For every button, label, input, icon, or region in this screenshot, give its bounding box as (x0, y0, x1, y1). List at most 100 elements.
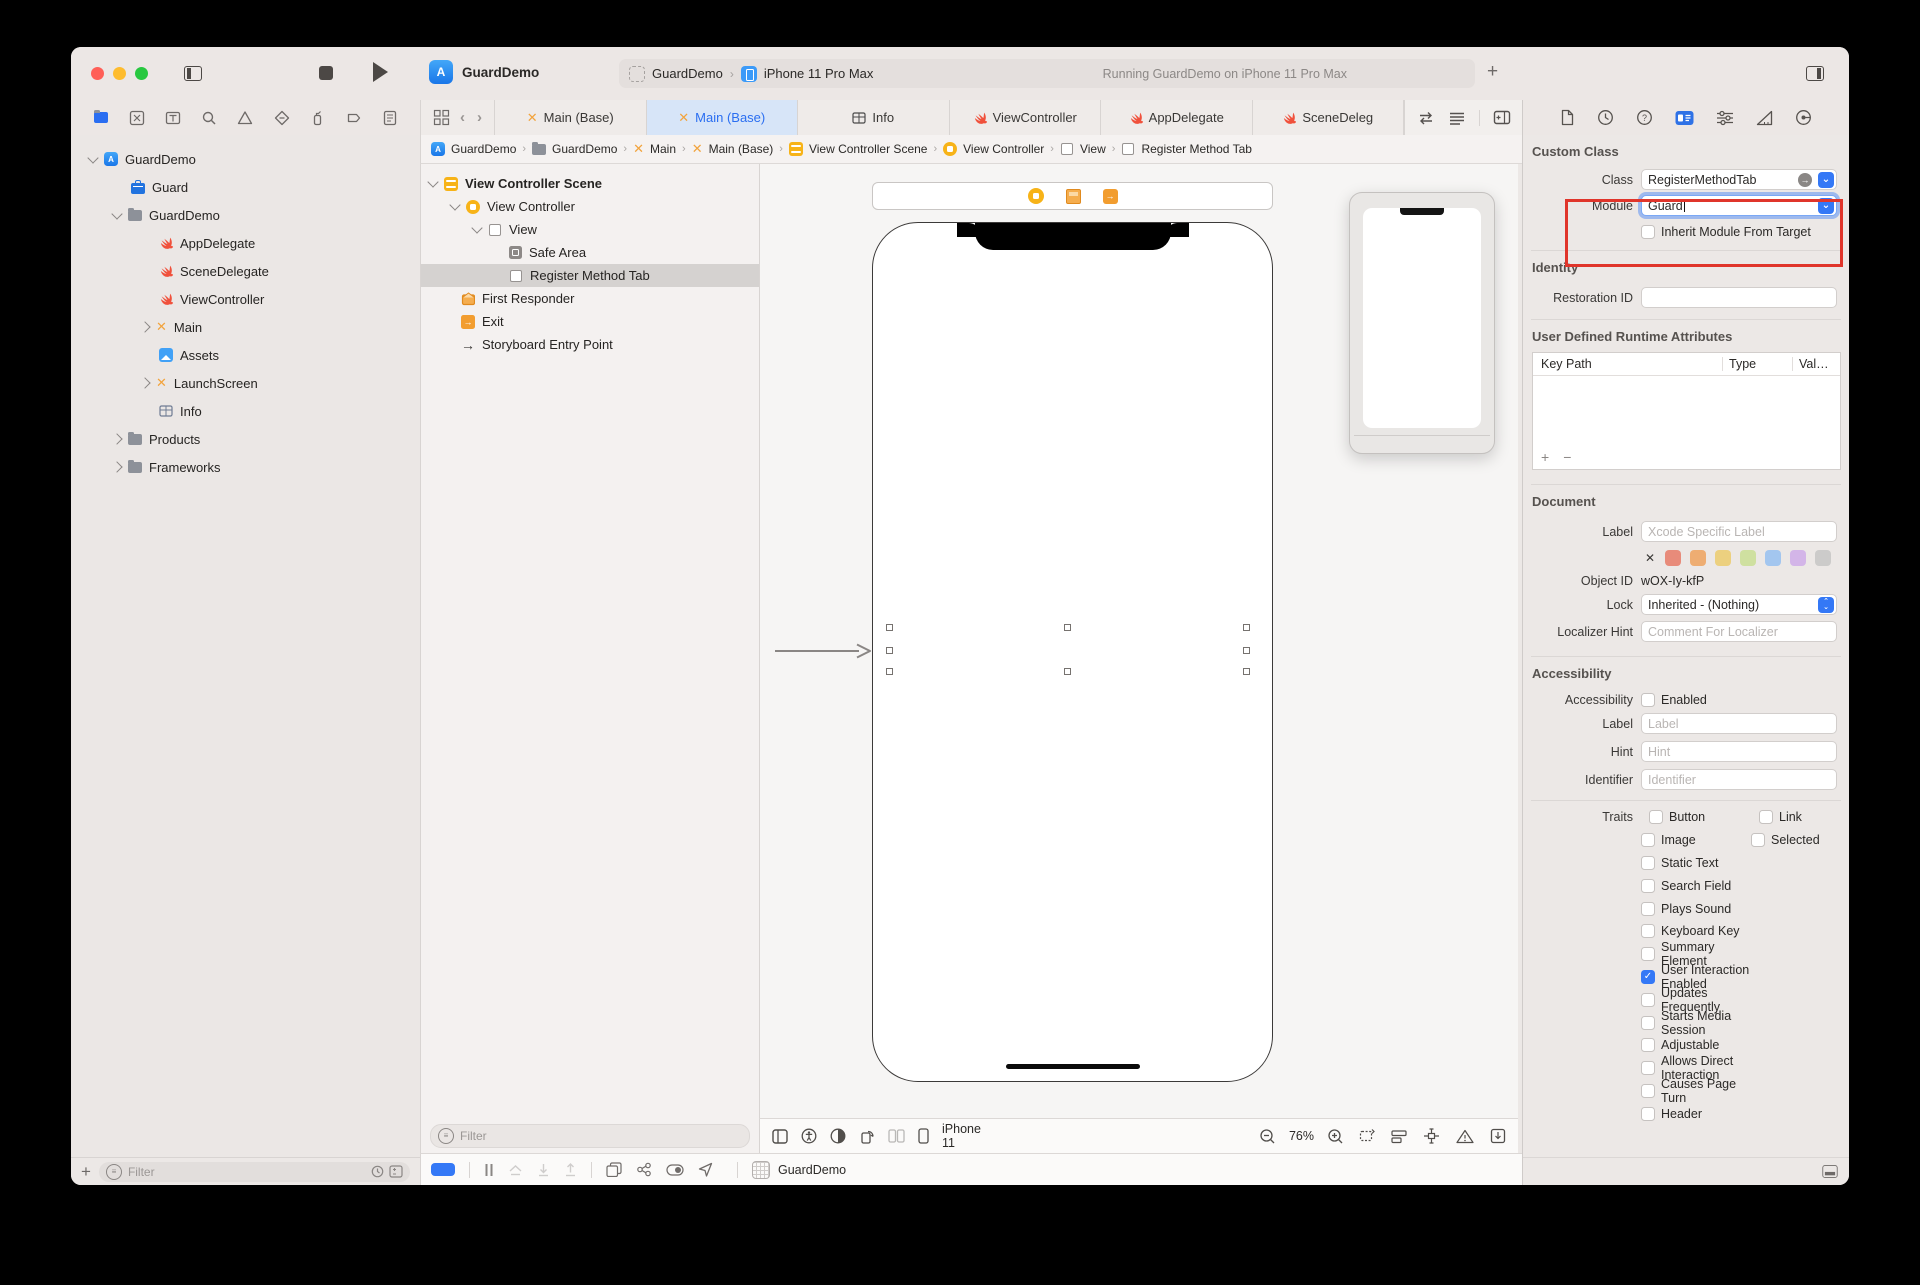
resize-handle-bottom-left[interactable] (886, 668, 893, 675)
nav-item-scenedelegate[interactable]: SceneDelegate (71, 257, 420, 285)
breadcrumb-item[interactable]: GuardDemo (451, 142, 516, 156)
storyboard-entry-point-arrow[interactable] (775, 643, 871, 659)
disclosure-open-icon[interactable] (111, 207, 123, 220)
toggle-outline-icon[interactable] (772, 1128, 788, 1144)
device-name-label[interactable]: iPhone 11 (942, 1122, 990, 1150)
inherit-module-checkbox[interactable] (1641, 225, 1655, 239)
help-inspector-icon[interactable]: ? (1636, 109, 1653, 126)
adjust-editor-options-icon[interactable] (1448, 111, 1466, 125)
zoom-level[interactable]: 76% (1289, 1129, 1314, 1143)
issue-navigator-icon[interactable] (235, 108, 255, 128)
debug-navigator-icon[interactable] (308, 108, 328, 128)
module-dropdown-icon[interactable]: ⌄ (1818, 197, 1834, 214)
trait-checkbox-header[interactable] (1641, 1106, 1655, 1121)
tab-main-base-2-active[interactable]: ✕ Main (Base) (646, 100, 798, 135)
disclosure-closed-icon[interactable] (139, 321, 151, 333)
zoom-out-button[interactable] (1259, 1128, 1276, 1145)
go-back-button[interactable]: ‹ (460, 109, 465, 126)
memory-graph-icon[interactable] (636, 1162, 652, 1177)
trait-checkbox-updates-frequently[interactable] (1641, 992, 1655, 1007)
history-inspector-icon[interactable] (1597, 109, 1614, 126)
disclosure-open-icon[interactable] (427, 176, 439, 188)
tab-main-base-1[interactable]: ✕ Main (Base) (495, 100, 647, 135)
localizer-hint-field[interactable]: Comment For Localizer (1641, 621, 1837, 642)
device-preview-thumbnail[interactable] (1349, 192, 1495, 454)
outline-item-safe-area[interactable]: Safe Area (421, 241, 759, 264)
outline-item-exit[interactable]: → Exit (421, 310, 759, 333)
source-control-status-icon[interactable] (389, 1165, 403, 1178)
class-dropdown-icon[interactable]: ⌄ (1818, 171, 1834, 188)
running-app-label-group[interactable]: GuardDemo (752, 1160, 846, 1179)
breadcrumb-item[interactable]: Main (Base) (709, 142, 774, 156)
outline-item-register-method-tab-selected[interactable]: Register Method Tab (421, 264, 759, 287)
trait-checkbox-plays-sound[interactable] (1641, 901, 1655, 916)
trait-checkbox-causes-page-turn[interactable] (1641, 1083, 1655, 1098)
disclosure-closed-icon[interactable] (111, 461, 123, 473)
tab-viewcontroller[interactable]: ViewController (950, 100, 1101, 135)
add-file-button[interactable]: + (81, 1162, 91, 1182)
tab-scenedelegate[interactable]: SceneDeleg (1253, 100, 1404, 135)
breadcrumb-item[interactable]: Main (650, 142, 676, 156)
disclosure-open-icon[interactable] (471, 222, 483, 234)
trait-checkbox-keyboard-key[interactable] (1641, 924, 1655, 939)
navigator-filter-field[interactable]: ≡ Filter (98, 1161, 410, 1182)
trait-checkbox-image[interactable] (1641, 833, 1655, 848)
tab-info[interactable]: Info (798, 100, 950, 135)
project-navigator-icon[interactable] (91, 108, 111, 128)
iphone-device-canvas[interactable] (872, 222, 1273, 1082)
trait-checkbox-allows-direct-interaction[interactable] (1641, 1061, 1655, 1076)
breakpoint-navigator-icon[interactable] (344, 108, 364, 128)
lock-dropdown[interactable]: Inherited - (Nothing) ⌃ ⌄ (1641, 594, 1837, 615)
resolve-autolayout-icon[interactable] (1456, 1129, 1474, 1144)
resize-handle-top-left[interactable] (886, 624, 893, 631)
breadcrumb-item[interactable]: Register Method Tab (1141, 142, 1252, 156)
embed-icon[interactable] (1490, 1128, 1506, 1144)
outline-item-view[interactable]: View (421, 218, 759, 241)
step-into-icon[interactable] (537, 1163, 550, 1177)
zoom-window-button[interactable] (135, 67, 148, 80)
lock-dropdown-stepper-icon[interactable]: ⌃ ⌄ (1818, 596, 1834, 613)
resize-handle-middle-left[interactable] (886, 647, 893, 654)
report-navigator-icon[interactable] (380, 108, 400, 128)
nav-item-frameworks[interactable]: Frameworks (71, 453, 420, 481)
close-window-button[interactable] (91, 67, 104, 80)
new-tab-button[interactable]: + (1487, 61, 1498, 83)
accessibility-preview-icon[interactable] (801, 1128, 817, 1144)
no-color-button[interactable]: ✕ (1645, 551, 1655, 565)
first-responder-icon[interactable] (1065, 188, 1081, 204)
add-attribute-button[interactable]: + (1541, 449, 1549, 465)
remove-attribute-button[interactable]: − (1563, 449, 1571, 465)
resize-handle-top-center[interactable] (1064, 624, 1071, 631)
a11y-hint-field[interactable]: Hint (1641, 741, 1837, 762)
resize-handle-bottom-center[interactable] (1064, 668, 1071, 675)
update-frames-icon[interactable] (1357, 1128, 1375, 1144)
swap-editor-icon[interactable] (1417, 111, 1435, 125)
breadcrumb-item[interactable]: GuardDemo (552, 142, 617, 156)
view-hierarchy-icon[interactable] (606, 1162, 622, 1177)
nav-item-info-plist[interactable]: Info (71, 397, 420, 425)
module-field-focused[interactable]: Guard ⌄ (1641, 195, 1837, 216)
resize-handle-middle-right[interactable] (1243, 647, 1250, 654)
disclosure-closed-icon[interactable] (139, 377, 151, 389)
trait-checkbox-summary-element[interactable] (1641, 947, 1655, 962)
recent-files-icon[interactable] (371, 1165, 384, 1178)
a11y-identifier-field[interactable]: Identifier (1641, 769, 1837, 790)
breadcrumb-item[interactable]: View Controller (963, 142, 1044, 156)
trait-checkbox-link[interactable] (1759, 810, 1773, 825)
file-inspector-icon[interactable] (1560, 109, 1575, 126)
nav-item-guarddemo-project[interactable]: A GuardDemo (71, 145, 420, 173)
scheme-target-label[interactable]: GuardDemo (652, 66, 723, 81)
trait-checkbox-search-field[interactable] (1641, 878, 1655, 893)
zoom-in-button[interactable] (1327, 1128, 1344, 1145)
color-swatch-yellow[interactable] (1715, 550, 1732, 566)
class-field[interactable]: RegisterMethodTab → ⌄ (1641, 169, 1837, 190)
restoration-id-field[interactable] (1641, 287, 1837, 308)
appearance-toggle-icon[interactable] (830, 1128, 846, 1144)
outline-filter-field[interactable]: ≡ Filter (430, 1123, 750, 1148)
align-icon[interactable] (1391, 1129, 1407, 1144)
go-forward-button[interactable]: › (477, 109, 482, 126)
trait-checkbox-static-text[interactable] (1641, 855, 1655, 870)
col-key-path[interactable]: Key Path (1533, 357, 1722, 371)
outline-item-first-responder[interactable]: First Responder (421, 287, 759, 310)
nav-item-guard[interactable]: Guard (71, 173, 420, 201)
